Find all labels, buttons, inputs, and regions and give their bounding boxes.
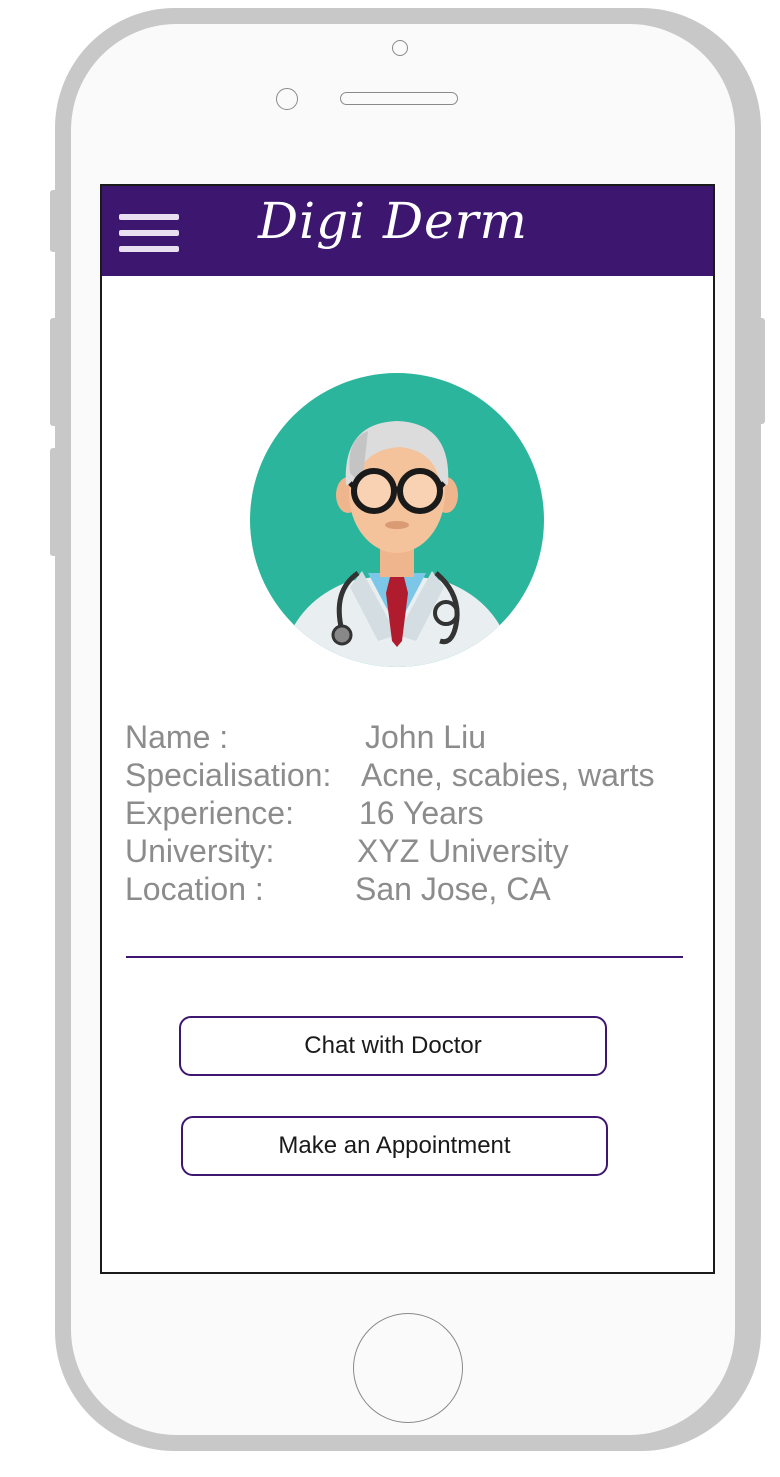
earpiece-speaker <box>340 92 458 105</box>
hamburger-menu-icon[interactable] <box>119 214 179 254</box>
name-label: Name : <box>125 719 229 755</box>
mockup-stage: Digi Derm Name: John Liu Specialisation… <box>0 0 780 1477</box>
app-header: Digi Derm <box>102 186 713 276</box>
location-value: San Jose, CA <box>355 871 551 907</box>
specialisation-value: Acne, scabies, warts <box>361 757 655 793</box>
proximity-sensor <box>276 88 298 110</box>
app-title: Digi Derm <box>258 192 528 250</box>
make-appointment-button[interactable]: Make an Appointment <box>181 1116 608 1176</box>
experience-label: Experience: <box>125 795 294 831</box>
location-label: Location : <box>125 871 264 907</box>
name-value: John Liu <box>365 719 486 755</box>
home-button[interactable] <box>353 1313 463 1423</box>
university-label: University: <box>125 833 275 869</box>
app-screen: Digi Derm Name: John Liu Specialisation… <box>100 184 715 1274</box>
section-divider <box>126 956 683 958</box>
chat-with-doctor-button[interactable]: Chat with Doctor <box>179 1016 607 1076</box>
front-camera <box>392 40 408 56</box>
specialisation-label: Specialisation: <box>125 757 332 793</box>
doctor-avatar-icon <box>250 373 544 667</box>
university-value: XYZ University <box>357 833 569 869</box>
experience-value: 16 Years <box>359 795 484 831</box>
